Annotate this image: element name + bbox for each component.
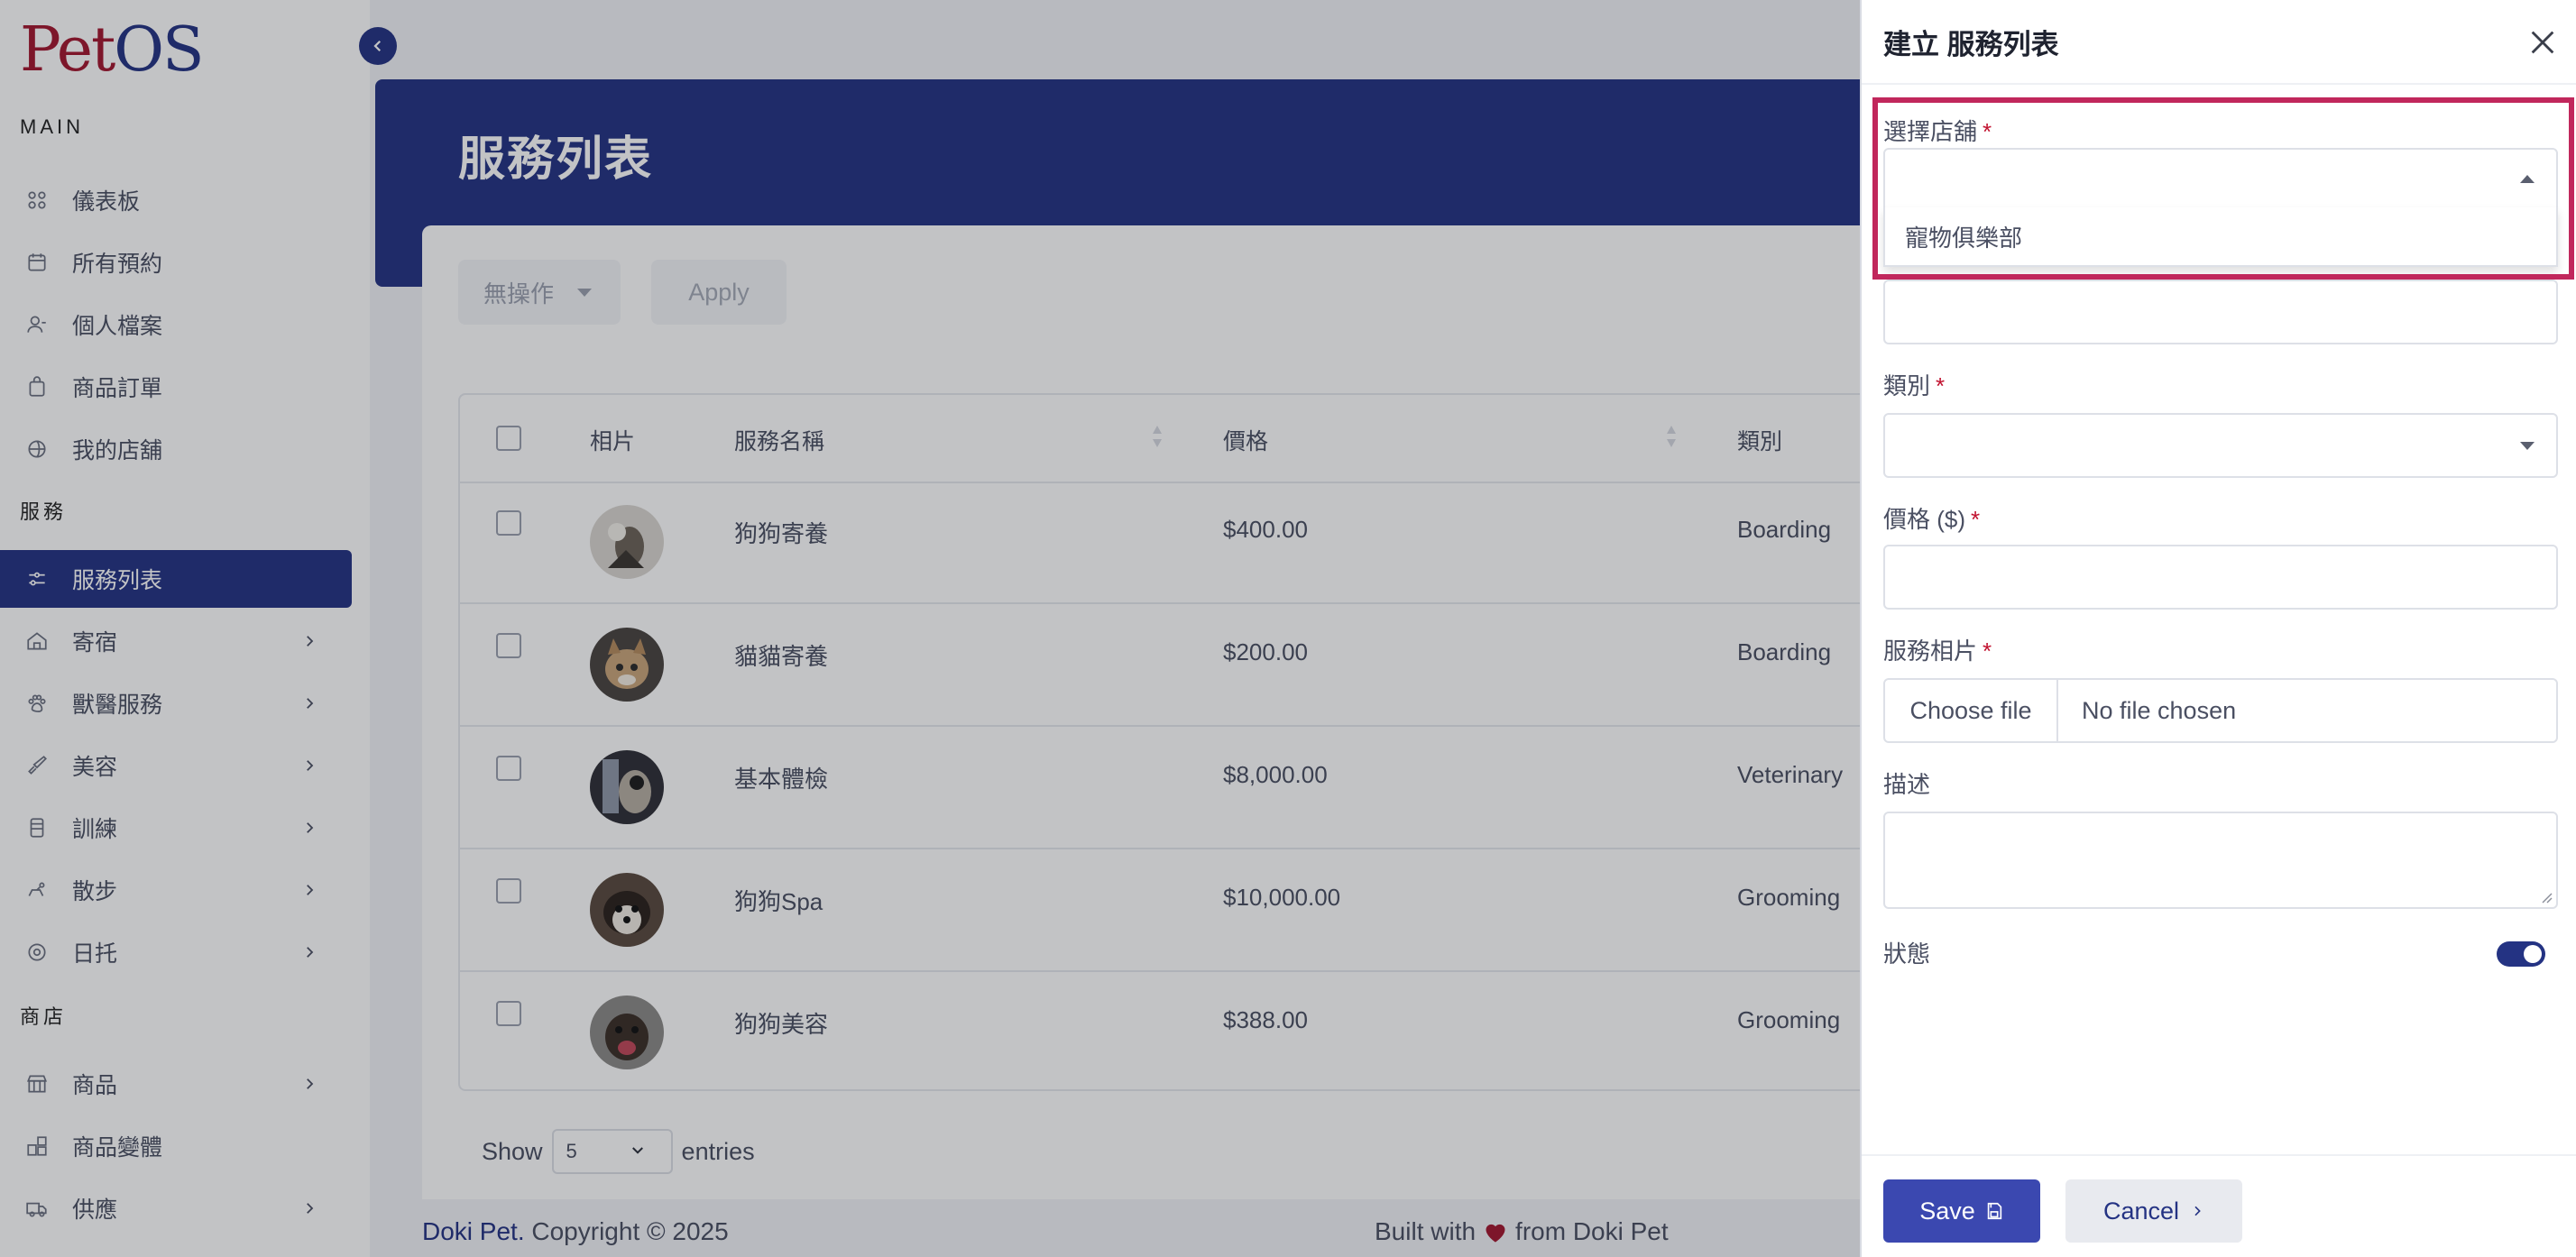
status-toggle[interactable] [2497, 941, 2545, 967]
drawer-footer-divider [1862, 1154, 2576, 1156]
save-button[interactable]: Save [1883, 1179, 2040, 1243]
photo-file-input[interactable]: Choose file No file chosen [1883, 678, 2558, 743]
save-icon [1987, 1202, 2001, 1220]
cancel-button[interactable]: Cancel [2065, 1179, 2242, 1243]
chevron-right-icon [2194, 1206, 2201, 1216]
toggle-knob [2524, 945, 2542, 963]
status-field-label: 狀態 [1883, 940, 1931, 968]
cancel-label: Cancel [2102, 1197, 2180, 1225]
price-input[interactable] [1883, 545, 2558, 610]
drawer-divider [1862, 83, 2576, 85]
description-textarea[interactable] [1883, 812, 2558, 909]
modal-backdrop[interactable] [0, 0, 1860, 1257]
save-label: Save [1919, 1197, 1975, 1225]
resize-handle-icon[interactable] [2540, 891, 2553, 904]
highlight-box [1872, 97, 2574, 280]
description-field-label: 描述 [1883, 771, 1931, 798]
photo-field-label: 服務相片 * [1883, 638, 1992, 665]
price-field-label: 價格 ($) * [1883, 506, 1981, 533]
choose-file-button[interactable]: Choose file [1885, 680, 2058, 741]
close-icon[interactable] [2527, 27, 2558, 58]
service-name-field[interactable] [1883, 280, 2558, 344]
file-name-text: No file chosen [2082, 696, 2237, 724]
category-select[interactable] [1883, 413, 2558, 478]
caret-down-icon [2520, 442, 2535, 450]
category-field-label: 類別 * [1883, 372, 1946, 399]
drawer-title: 建立 服務列表 [1883, 29, 2059, 60]
